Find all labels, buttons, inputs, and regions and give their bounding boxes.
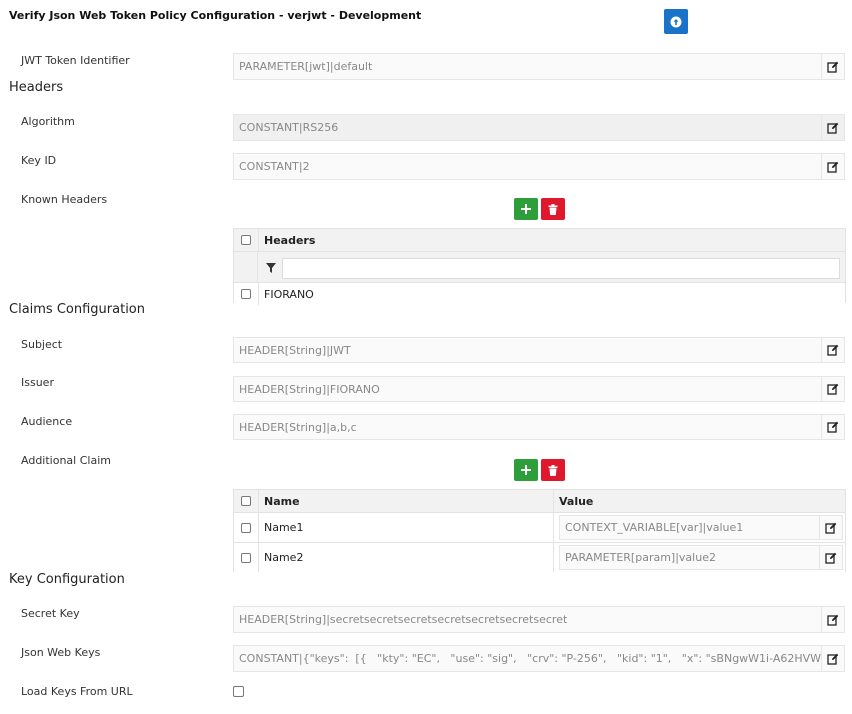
- edit-button[interactable]: [821, 154, 844, 179]
- pencil-square-icon: [825, 522, 837, 534]
- table-header-row: Name Value: [234, 490, 845, 513]
- edit-button[interactable]: [821, 115, 844, 140]
- algorithm-label: Algorithm: [21, 115, 75, 128]
- key-id-label: Key ID: [21, 154, 57, 167]
- audience-value: HEADER[String]|a,b,c: [239, 420, 357, 434]
- pencil-square-icon: [827, 161, 839, 173]
- claims-section-title: Claims Configuration: [9, 302, 145, 317]
- claim-value-field[interactable]: PARAMETER[param]|value2: [559, 545, 843, 570]
- table-row: Name2 PARAMETER[param]|value2: [234, 542, 845, 572]
- column-header-value: Value: [559, 494, 594, 508]
- key-id-value: CONSTANT|2: [239, 160, 310, 173]
- filter-row: [234, 252, 845, 283]
- key-section-title: Key Configuration: [9, 572, 125, 587]
- add-header-button[interactable]: [514, 198, 538, 220]
- pencil-square-icon: [827, 383, 839, 395]
- select-all-checkbox[interactable]: [241, 496, 251, 506]
- funnel-icon: [266, 263, 276, 273]
- additional-claim-label: Additional Claim: [21, 454, 111, 467]
- subject-label: Subject: [21, 338, 63, 351]
- audience-label: Audience: [21, 415, 73, 428]
- secret-key-value: HEADER[String]|secretsecretsecretsecrets…: [239, 613, 568, 626]
- subject-field[interactable]: HEADER[String]|JWT: [233, 337, 845, 363]
- pencil-square-icon: [827, 614, 839, 626]
- headers-section-title: Headers: [9, 80, 64, 95]
- edit-button[interactable]: [819, 546, 842, 569]
- pencil-square-icon: [827, 653, 839, 665]
- upload-button[interactable]: [664, 9, 688, 34]
- delete-claim-button[interactable]: [541, 459, 565, 481]
- json-web-keys-value: CONSTANT|{"keys": [{ "kty": "EC", "use":…: [239, 652, 821, 665]
- issuer-value: HEADER[String]|FIORANO: [239, 382, 380, 396]
- json-web-keys-label: Json Web Keys: [21, 646, 101, 659]
- load-keys-from-url-label: Load Keys From URL: [21, 685, 133, 698]
- additional-claims-table: Name Value Name1 CONTEXT_VARIABLE[var]|v…: [233, 489, 846, 572]
- table-row: Name1 CONTEXT_VARIABLE[var]|value1: [234, 513, 845, 542]
- claim-name-cell: Name2: [259, 543, 554, 572]
- issuer-label: Issuer: [21, 376, 54, 389]
- plus-icon: [521, 465, 531, 475]
- claim-value: CONTEXT_VARIABLE[var]|value1: [565, 521, 744, 534]
- header-cell: FIORANO: [264, 287, 314, 301]
- algorithm-value: CONSTANT|RS256: [239, 121, 339, 134]
- edit-button[interactable]: [821, 377, 844, 401]
- column-header-name: Name: [259, 490, 554, 512]
- arrow-up-circle-icon: [670, 16, 682, 27]
- pencil-square-icon: [827, 61, 839, 73]
- edit-button[interactable]: [821, 415, 844, 439]
- table-header-row: Headers: [234, 229, 845, 252]
- audience-field[interactable]: HEADER[String]|a,b,c: [233, 414, 845, 440]
- pencil-square-icon: [827, 122, 839, 134]
- jwt-token-identifier-label: JWT Token Identifier: [21, 54, 130, 67]
- select-all-checkbox[interactable]: [241, 235, 251, 245]
- delete-header-button[interactable]: [541, 198, 565, 220]
- key-id-field[interactable]: CONSTANT|2: [233, 153, 845, 180]
- pencil-square-icon: [825, 552, 837, 564]
- claim-value: PARAMETER[param]|value2: [565, 551, 716, 564]
- issuer-field[interactable]: HEADER[String]|FIORANO: [233, 376, 845, 402]
- json-web-keys-field[interactable]: CONSTANT|{"keys": [{ "kty": "EC", "use":…: [233, 645, 845, 672]
- edit-button[interactable]: [819, 516, 842, 539]
- jwt-token-identifier-value: PARAMETER[jwt]|default: [239, 60, 373, 73]
- page-title: Verify Json Web Token Policy Configurati…: [9, 9, 422, 22]
- trash-icon: [548, 203, 558, 215]
- secret-key-label: Secret Key: [21, 607, 80, 620]
- load-keys-from-url-checkbox[interactable]: [233, 686, 244, 697]
- subject-value: HEADER[String]|JWT: [239, 343, 351, 357]
- plus-icon: [521, 204, 531, 214]
- row-checkbox[interactable]: [241, 552, 251, 563]
- secret-key-field[interactable]: HEADER[String]|secretsecretsecretsecrets…: [233, 606, 845, 633]
- jwt-token-identifier-field[interactable]: PARAMETER[jwt]|default: [233, 53, 845, 80]
- claim-value-field[interactable]: CONTEXT_VARIABLE[var]|value1: [559, 515, 843, 540]
- trash-icon: [548, 464, 558, 476]
- algorithm-field[interactable]: CONSTANT|RS256: [233, 114, 845, 141]
- edit-button[interactable]: [821, 646, 844, 671]
- row-checkbox[interactable]: [241, 522, 251, 533]
- column-header-headers: Headers: [264, 233, 316, 247]
- edit-button[interactable]: [821, 54, 844, 79]
- pencil-square-icon: [827, 344, 839, 356]
- edit-button[interactable]: [821, 607, 844, 632]
- headers-filter-input[interactable]: [282, 257, 840, 279]
- table-row: FIORANO: [234, 283, 845, 305]
- known-headers-label: Known Headers: [21, 193, 108, 206]
- pencil-square-icon: [827, 421, 839, 433]
- claim-name-cell: Name1: [259, 513, 554, 542]
- edit-button[interactable]: [821, 338, 844, 362]
- known-headers-table: Headers FIORANO: [233, 228, 846, 305]
- row-checkbox[interactable]: [241, 289, 251, 299]
- add-claim-button[interactable]: [514, 459, 538, 481]
